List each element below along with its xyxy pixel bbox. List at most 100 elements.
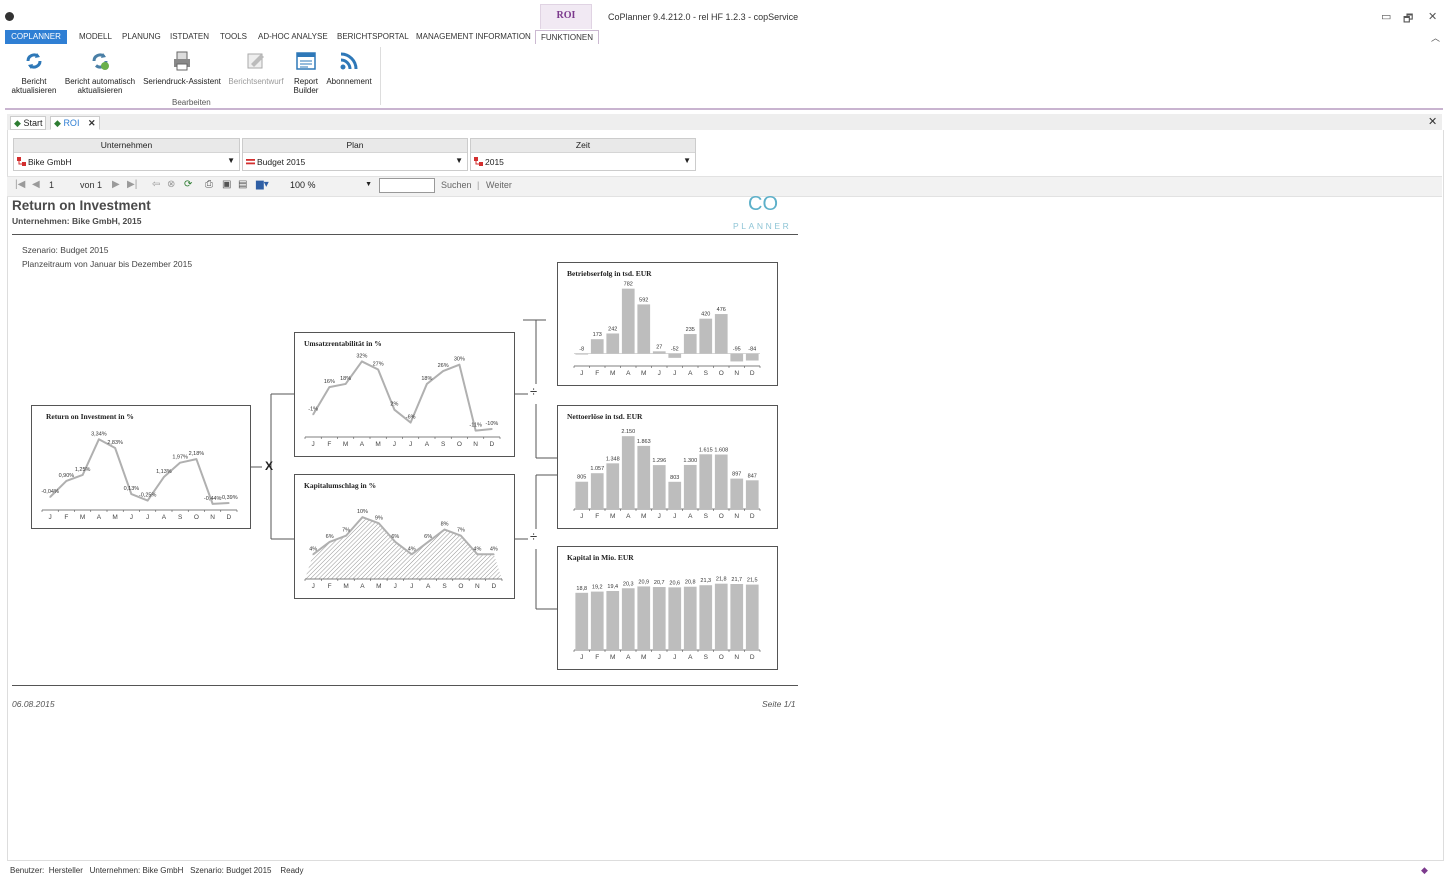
x-tick-label: J bbox=[409, 441, 412, 448]
previous-page-icon[interactable]: ◀ bbox=[32, 179, 40, 190]
close-document-icon[interactable]: ✕ bbox=[1428, 115, 1437, 128]
subscription-button[interactable]: Abonnement bbox=[325, 50, 373, 86]
data-label: 18,8 bbox=[576, 586, 587, 592]
data-label: 847 bbox=[748, 473, 757, 479]
filter-plan[interactable]: Plan Budget 2015 ▼ bbox=[242, 138, 468, 171]
data-point bbox=[443, 528, 446, 531]
bar bbox=[730, 583, 744, 650]
bar bbox=[699, 585, 713, 650]
tab-management-information[interactable]: MANAGEMENT INFORMATION bbox=[411, 30, 536, 44]
bar bbox=[683, 334, 697, 354]
refresh-report-button[interactable]: Bericht aktualisieren bbox=[10, 50, 58, 95]
data-label: 1,13% bbox=[156, 469, 172, 475]
tab-modell[interactable]: MODELL bbox=[74, 30, 117, 44]
filter-unternehmen[interactable]: Unternehmen Bike GmbH ▼ bbox=[13, 138, 240, 171]
bar bbox=[730, 478, 744, 509]
close-icon[interactable]: ✕ bbox=[1428, 10, 1437, 23]
data-label: 9% bbox=[375, 515, 383, 521]
bar bbox=[621, 436, 635, 509]
bar bbox=[683, 464, 697, 509]
last-page-icon[interactable]: ▶| bbox=[127, 179, 137, 190]
x-tick-label: J bbox=[580, 513, 583, 520]
data-label: -11% bbox=[469, 423, 482, 429]
print-icon[interactable]: ⎙ bbox=[205, 179, 213, 190]
x-tick-label: J bbox=[580, 654, 583, 661]
tab-funktionen[interactable]: FUNKTIONEN bbox=[535, 30, 599, 44]
collapse-ribbon-icon[interactable]: ︿ bbox=[1431, 31, 1440, 44]
x-tick-label: A bbox=[425, 441, 430, 448]
data-label: 235 bbox=[686, 327, 695, 333]
next-page-icon[interactable]: ▶ bbox=[112, 179, 120, 190]
kapital-bar-chart: J F M A M J J A S O N D 18,8 19,2 19,4 20,3 20,9 20,7 20,6… bbox=[573, 577, 761, 661]
data-label: 21,8 bbox=[716, 577, 727, 583]
x-tick-label: A bbox=[626, 370, 631, 377]
report-builder-button[interactable]: Report Builder bbox=[290, 50, 322, 95]
next-link[interactable]: Weiter bbox=[486, 180, 512, 190]
chevron-down-icon[interactable]: ▼ bbox=[683, 156, 691, 165]
data-point bbox=[378, 522, 380, 525]
x-tick-label: J bbox=[410, 583, 413, 590]
tab-planung[interactable]: PLANUNG bbox=[117, 30, 166, 44]
data-point bbox=[410, 553, 413, 556]
doc-tab-roi[interactable]: ◆ ROI ✕ bbox=[50, 116, 100, 130]
data-label: 20,8 bbox=[685, 580, 696, 586]
status-text: Benutzer: Hersteller Unternehmen: Bike G… bbox=[10, 866, 304, 875]
x-tick-label: M bbox=[80, 514, 85, 521]
doc-tab-start[interactable]: ◆ Start bbox=[10, 116, 47, 130]
refresh-icon[interactable]: ⟳ bbox=[184, 179, 192, 190]
nettoerloese-bar-chart: J F M A M J J A S O N D 805 1.0571.348 2.1501.863 1.296… bbox=[573, 429, 761, 520]
equals-icon bbox=[246, 159, 255, 165]
data-label: -95 bbox=[733, 347, 741, 353]
data-label: 4% bbox=[408, 546, 416, 552]
data-point bbox=[460, 534, 462, 537]
bar bbox=[590, 591, 604, 650]
page-setup-icon[interactable]: ▤ bbox=[238, 179, 247, 190]
stop-icon[interactable]: ⊗ bbox=[167, 179, 175, 190]
back-icon[interactable]: ⇦ bbox=[152, 179, 160, 190]
tab-coplanner[interactable]: COPLANNER bbox=[5, 30, 67, 44]
restore-icon[interactable]: 🗗 bbox=[1403, 10, 1413, 29]
x-tick-label: S bbox=[441, 441, 446, 448]
tab-ad-hoc-analyse[interactable]: AD-HOC ANALYSE bbox=[253, 30, 333, 44]
x-tick-label: M bbox=[343, 583, 348, 590]
report-draft-button[interactable]: Berichtsentwurf bbox=[226, 50, 286, 86]
first-page-icon[interactable]: |◀ bbox=[15, 179, 25, 190]
print-layout-icon[interactable]: ▣ bbox=[222, 179, 231, 190]
auto-refresh-report-button[interactable]: Bericht automatisch aktualisieren bbox=[62, 50, 138, 95]
series-line bbox=[312, 360, 492, 432]
export-icon[interactable]: ▆▾ bbox=[256, 179, 269, 190]
filter-zeit[interactable]: Zeit 2015 ▼ bbox=[470, 138, 696, 171]
tab-tools[interactable]: TOOLS bbox=[215, 30, 252, 44]
data-point bbox=[328, 386, 331, 388]
zoom-select[interactable]: 100 % ▼ bbox=[286, 178, 374, 192]
printer-icon bbox=[174, 51, 190, 71]
minimize-icon[interactable]: ▭ bbox=[1381, 10, 1391, 23]
data-point bbox=[377, 368, 379, 371]
ribbon-group-separator bbox=[380, 47, 381, 105]
x-tick-label: J bbox=[658, 513, 661, 520]
x-tick-label: J bbox=[658, 654, 661, 661]
close-tab-icon[interactable]: ✕ bbox=[88, 118, 96, 128]
mail-merge-wizard-button[interactable]: Seriendruck-Assistent bbox=[141, 50, 223, 86]
chevron-down-icon[interactable]: ▼ bbox=[227, 156, 235, 165]
x-tick-label: N bbox=[210, 514, 215, 521]
bar bbox=[575, 592, 589, 650]
data-label: -0,25% bbox=[139, 493, 157, 499]
x-tick-label: M bbox=[641, 654, 646, 661]
chevron-down-icon[interactable]: ▼ bbox=[455, 156, 463, 165]
bar bbox=[590, 473, 604, 509]
search-link[interactable]: Suchen bbox=[441, 180, 472, 190]
search-input[interactable] bbox=[379, 178, 435, 193]
data-label: 1.608 bbox=[714, 448, 728, 454]
page-number-input[interactable]: 1 bbox=[49, 180, 54, 190]
divide-operator: ÷ bbox=[530, 529, 538, 544]
tab-istdaten[interactable]: ISTDATEN bbox=[165, 30, 214, 44]
tab-berichtsportal[interactable]: BERICHTSPORTAL bbox=[332, 30, 414, 44]
data-point bbox=[458, 363, 461, 366]
data-point bbox=[492, 553, 495, 556]
bar bbox=[575, 353, 589, 355]
app-icon[interactable] bbox=[5, 12, 14, 21]
data-point bbox=[427, 541, 429, 543]
x-tick-label: A bbox=[626, 654, 631, 661]
coplanner-logo: CO bbox=[748, 193, 778, 215]
